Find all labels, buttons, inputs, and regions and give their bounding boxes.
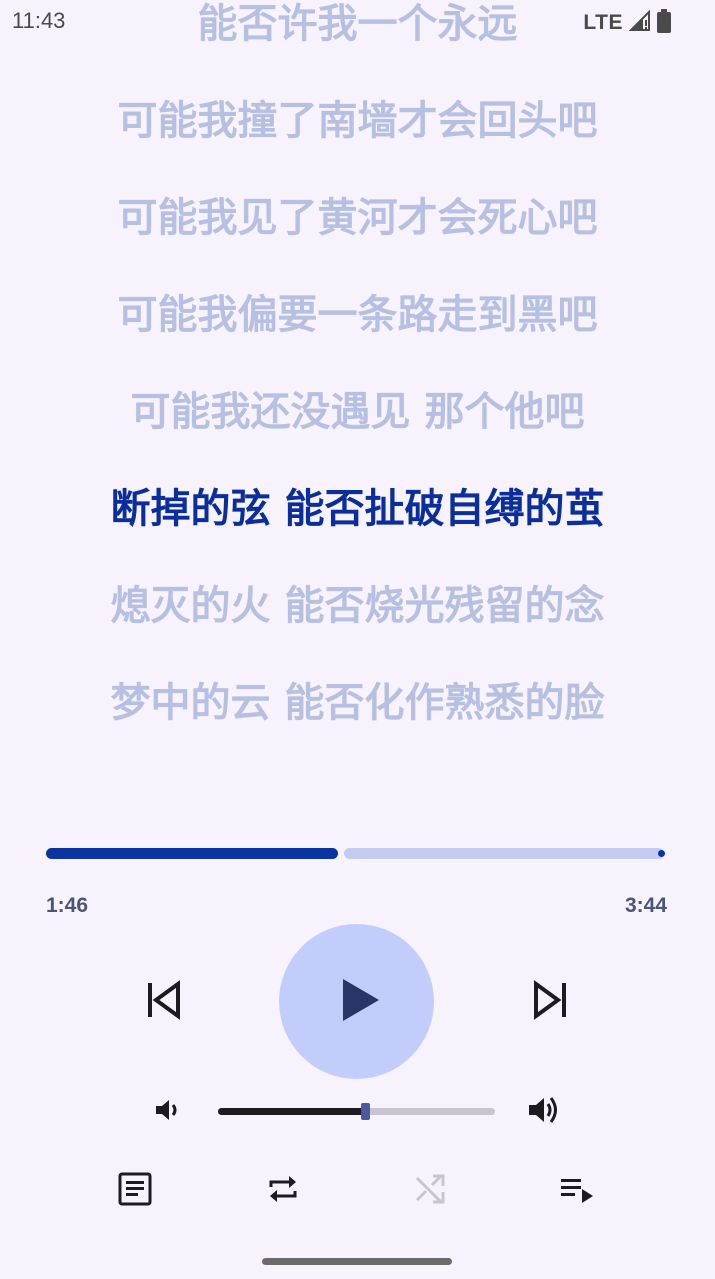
lyric-line[interactable]: 梦中的云 能否化作熟悉的脸 [0, 679, 715, 727]
play-icon [341, 977, 381, 1027]
previous-button[interactable] [138, 977, 188, 1027]
repeat-icon [265, 1171, 301, 1211]
shuffle-icon [412, 1171, 448, 1211]
seek-bar-end-dot [658, 850, 665, 857]
transport-controls [0, 924, 715, 1080]
volume-slider[interactable] [218, 1103, 495, 1120]
volume-slider-thumb[interactable] [361, 1103, 370, 1120]
play-button[interactable] [279, 924, 434, 1079]
home-indicator[interactable] [262, 1258, 452, 1265]
volume-control [0, 1090, 715, 1134]
lyric-line[interactable]: 能否许我一个永远 [0, 0, 715, 48]
seek-bar-remaining [344, 848, 664, 859]
lyrics-button[interactable] [113, 1169, 157, 1213]
total-duration: 3:44 [624, 894, 667, 917]
shuffle-button[interactable] [408, 1169, 452, 1213]
lyric-line[interactable]: 熄灭的火 能否烧光残留的念 [0, 582, 715, 630]
skip-previous-icon [143, 980, 183, 1024]
lyric-line[interactable]: 可能我还没遇见 那个他吧 [0, 388, 715, 436]
lyrics-icon [117, 1171, 153, 1211]
seek-bar[interactable] [46, 840, 668, 870]
lyric-line-current[interactable]: 断掉的弦 能否扯破自缚的茧 [0, 485, 715, 533]
action-row [0, 1166, 715, 1216]
volume-down-icon [153, 1095, 183, 1129]
seek-bar-played [46, 848, 338, 859]
queue-button[interactable] [555, 1169, 599, 1213]
lyric-line[interactable]: 可能我撞了南墙才会回头吧 [0, 97, 715, 145]
elapsed-time: 1:46 [46, 894, 89, 917]
queue-icon [558, 1171, 596, 1211]
next-button[interactable] [526, 977, 576, 1027]
volume-up-button[interactable] [526, 1094, 564, 1130]
lyric-line[interactable]: 可能我见了黄河才会死心吧 [0, 194, 715, 242]
volume-slider-fill [218, 1108, 365, 1115]
skip-next-icon [531, 980, 571, 1024]
lyric-line[interactable]: 可能我偏要一条路走到黑吧 [0, 291, 715, 339]
volume-down-button[interactable] [152, 1096, 184, 1128]
volume-up-icon [527, 1093, 563, 1131]
repeat-button[interactable] [261, 1169, 305, 1213]
